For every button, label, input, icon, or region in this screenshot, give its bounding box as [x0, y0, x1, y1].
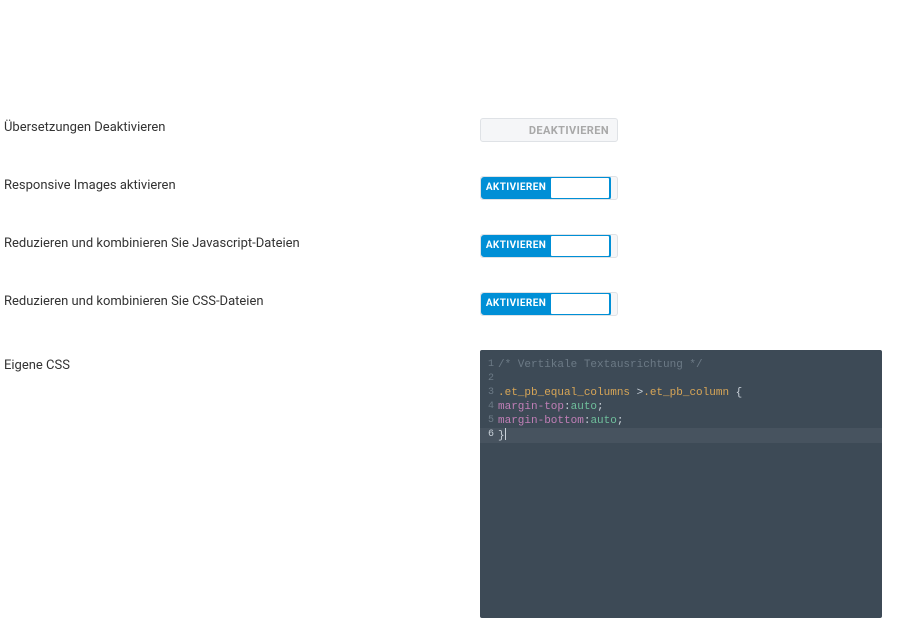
code-brace: { [729, 387, 742, 399]
code-selector: .et_pb_equal_columns [498, 387, 630, 399]
code-value: auto [571, 401, 597, 413]
code-line-active[interactable]: 6 } [480, 428, 882, 443]
code-punc: ; [617, 415, 624, 427]
toggle-responsive-images[interactable]: N AKTIVIEREN [480, 176, 618, 200]
setting-label: Reduzieren und kombinieren Sie Javascrip… [0, 234, 480, 251]
cursor-icon [505, 428, 506, 440]
line-number: 2 [480, 372, 498, 386]
line-number: 5 [480, 414, 498, 428]
setting-row-responsive-images: Responsive Images aktivieren N AKTIVIERE… [0, 176, 900, 204]
code-punc: ; [597, 401, 604, 413]
code-brace: } [498, 430, 505, 442]
toggle-css-combine[interactable]: N AKTIVIEREN [480, 292, 618, 316]
toggle-translations[interactable]: DEAKTIVIEREN [480, 118, 618, 142]
code-line[interactable]: 4 margin-top:auto; [480, 400, 882, 414]
code-line[interactable]: 2 [480, 372, 882, 386]
toggle-js-combine[interactable]: N AKTIVIEREN [480, 234, 618, 258]
code-prop: margin-top [498, 401, 564, 413]
toggle-handle[interactable] [549, 176, 611, 200]
setting-label: Reduzieren und kombinieren Sie CSS-Datei… [0, 292, 480, 309]
code-line[interactable]: 5 margin-bottom:auto; [480, 414, 882, 428]
setting-row-js-combine: Reduzieren und kombinieren Sie Javascrip… [0, 234, 900, 262]
setting-row-custom-css: Eigene CSS 1 /* Vertikale Textausrichtun… [0, 350, 900, 618]
toggle-on-label: AKTIVIEREN [481, 177, 551, 199]
line-number: 1 [480, 358, 498, 372]
code-line[interactable]: 1 /* Vertikale Textausrichtung */ [480, 358, 882, 372]
code-selector: .et_pb_column [643, 387, 729, 399]
code-punc: > [630, 387, 643, 399]
line-number: 4 [480, 400, 498, 414]
toggle-handle[interactable] [549, 292, 611, 316]
line-number: 6 [480, 428, 498, 442]
code-prop: margin-bottom [498, 415, 584, 427]
code-line[interactable]: 3 .et_pb_equal_columns >.et_pb_column { [480, 386, 882, 400]
custom-css-editor[interactable]: 1 /* Vertikale Textausrichtung */ 2 3 .e… [480, 350, 882, 618]
toggle-on-label: AKTIVIEREN [481, 293, 551, 315]
toggle-off-label: DEAKTIVIEREN [481, 119, 617, 141]
line-number: 3 [480, 386, 498, 400]
setting-row-css-combine: Reduzieren und kombinieren Sie CSS-Datei… [0, 292, 900, 320]
setting-label: Responsive Images aktivieren [0, 176, 480, 193]
code-value: auto [590, 415, 616, 427]
code-punc: : [564, 401, 571, 413]
code-comment: /* Vertikale Textausrichtung */ [498, 359, 703, 371]
toggle-on-label: AKTIVIEREN [481, 235, 551, 257]
setting-label: Eigene CSS [0, 350, 480, 373]
setting-row-translations: Übersetzungen Deaktivieren DEAKTIVIEREN [0, 118, 900, 146]
toggle-handle[interactable] [549, 234, 611, 258]
setting-label: Übersetzungen Deaktivieren [0, 118, 480, 135]
